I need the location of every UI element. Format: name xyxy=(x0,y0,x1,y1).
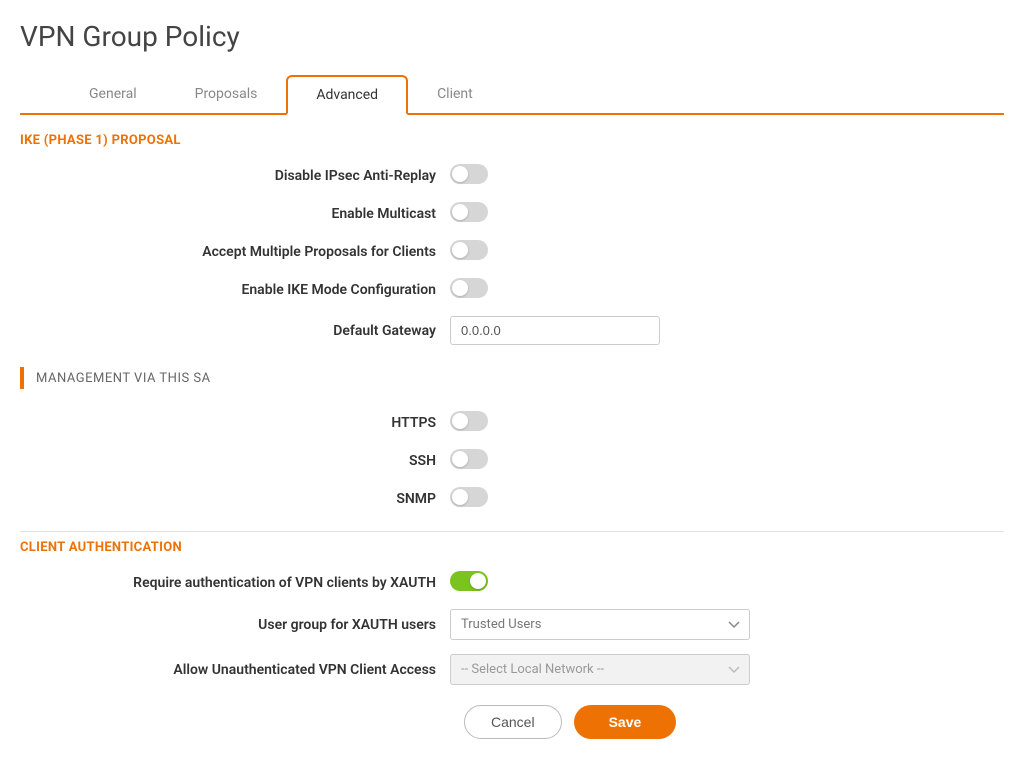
enable-multicast-toggle[interactable] xyxy=(450,202,488,222)
tab-client[interactable]: Client xyxy=(408,75,502,115)
default-gateway-label: Default Gateway xyxy=(20,323,450,339)
subsection-bar-icon xyxy=(20,367,24,389)
management-subsection-title: MANAGEMENT VIA THIS SA xyxy=(36,371,211,386)
accept-multiple-proposals-toggle[interactable] xyxy=(450,240,488,260)
tab-proposals[interactable]: Proposals xyxy=(166,75,287,115)
management-subsection-heading: MANAGEMENT VIA THIS SA xyxy=(20,367,1004,389)
disable-anti-replay-label: Disable IPsec Anti-Replay xyxy=(20,168,450,184)
snmp-toggle[interactable] xyxy=(450,487,488,507)
require-xauth-toggle[interactable] xyxy=(450,571,488,591)
allow-unauth-select: -- Select Local Network -- xyxy=(450,654,750,685)
cancel-button[interactable]: Cancel xyxy=(464,705,562,739)
ssh-toggle[interactable] xyxy=(450,449,488,469)
disable-anti-replay-toggle[interactable] xyxy=(450,164,488,184)
https-label: HTTPS xyxy=(20,415,450,431)
client-auth-section-heading: CLIENT AUTHENTICATION xyxy=(20,540,1004,555)
default-gateway-input[interactable] xyxy=(450,316,660,345)
ike-section-heading: IKE (PHASE 1) PROPOSAL xyxy=(20,133,1004,148)
section-divider xyxy=(20,531,1004,532)
user-group-xauth-select[interactable]: Trusted Users xyxy=(450,609,750,640)
accept-multiple-proposals-label: Accept Multiple Proposals for Clients xyxy=(20,244,450,260)
require-xauth-label: Require authentication of VPN clients by… xyxy=(20,575,450,591)
button-row: Cancel Save xyxy=(464,705,1004,739)
ssh-label: SSH xyxy=(20,453,450,469)
snmp-label: SNMP xyxy=(20,491,450,507)
tab-general[interactable]: General xyxy=(60,75,166,115)
save-button[interactable]: Save xyxy=(574,705,677,739)
enable-multicast-label: Enable Multicast xyxy=(20,206,450,222)
tab-bar: General Proposals Advanced Client xyxy=(20,73,1004,115)
enable-ike-mode-toggle[interactable] xyxy=(450,278,488,298)
https-toggle[interactable] xyxy=(450,411,488,431)
page-title: VPN Group Policy xyxy=(20,20,1004,53)
allow-unauth-label: Allow Unauthenticated VPN Client Access xyxy=(20,662,450,678)
user-group-xauth-label: User group for XAUTH users xyxy=(20,617,450,633)
enable-ike-mode-label: Enable IKE Mode Configuration xyxy=(20,282,450,298)
tab-advanced[interactable]: Advanced xyxy=(286,75,408,115)
